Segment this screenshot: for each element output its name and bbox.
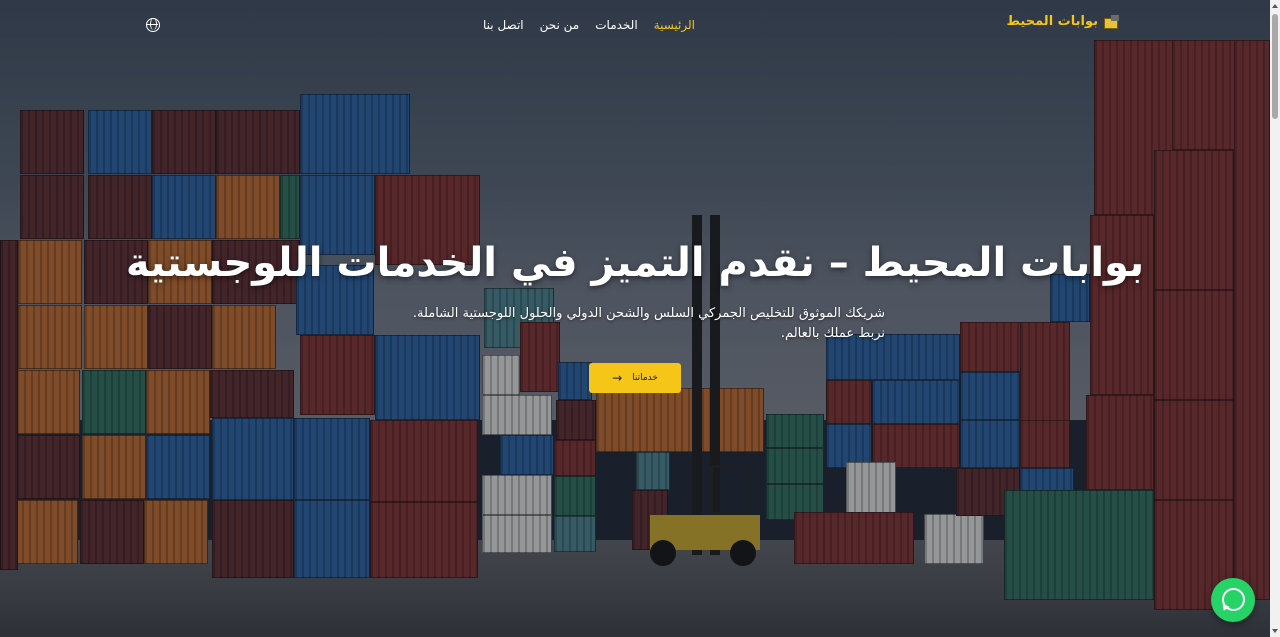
nav-link-services[interactable]: الخدمات — [595, 18, 637, 32]
services-button-label: خدماتنا — [632, 373, 658, 383]
nav-link-about[interactable]: من نحن — [540, 18, 580, 32]
container-logo-icon — [1104, 14, 1120, 29]
scroll-down-arrow-icon[interactable] — [1272, 629, 1278, 633]
page: بوابات المحيط الرئيسية الخدمات من نحن ات… — [0, 0, 1280, 637]
nav-menu: الرئيسية الخدمات من نحن اتصل بنا — [483, 18, 695, 32]
globe-icon[interactable] — [146, 18, 160, 32]
scroll-up-arrow-icon[interactable] — [1272, 4, 1278, 8]
nav-link-home[interactable]: الرئيسية — [654, 18, 695, 32]
hero-title: بوابات المحيط – نقدم التميز في الخدمات ا… — [125, 240, 1145, 286]
whatsapp-button[interactable] — [1211, 578, 1255, 622]
brand-logo[interactable]: بوابات المحيط — [1007, 14, 1121, 29]
hero-subtitle: شريكك الموثوق للتخليص الجمركي السلس والش… — [412, 306, 885, 341]
scrollbar[interactable] — [1270, 0, 1280, 637]
hero-section: بوابات المحيط – نقدم التميز في الخدمات ا… — [0, 230, 1270, 393]
arrow-right-icon: → — [612, 371, 623, 385]
brand-name: بوابات المحيط — [1006, 14, 1099, 29]
scroll-thumb[interactable] — [1272, 14, 1278, 119]
services-button[interactable]: خدماتنا → — [589, 363, 681, 393]
navbar: بوابات المحيط الرئيسية الخدمات من نحن ات… — [0, 0, 1270, 50]
nav-link-contact[interactable]: اتصل بنا — [483, 18, 524, 32]
